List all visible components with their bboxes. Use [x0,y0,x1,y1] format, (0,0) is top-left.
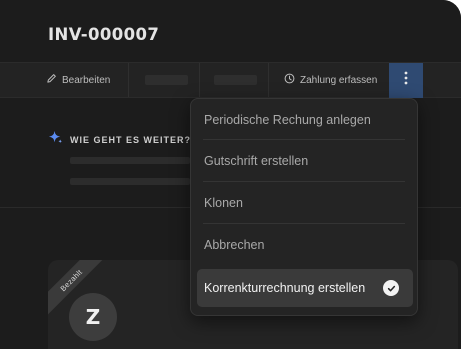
toolbar-divider [199,63,200,97]
company-logo-avatar: Z [69,293,117,341]
action-toolbar: Bearbeiten Zahlung erfassen [0,62,461,98]
invoice-window: INV-000007 Bearbeiten Zahlung erfassen W… [0,0,461,349]
pencil-icon [46,71,57,89]
menu-item-correction-invoice[interactable]: Korrenkturrechnung erstellen [197,269,413,307]
toolbar-divider [268,63,269,97]
invoice-header: INV-000007 [0,0,461,62]
toolbar-placeholder-button[interactable] [214,75,257,85]
menu-item-credit-note[interactable]: Gutschrift erstellen [203,142,405,180]
menu-divider [203,139,405,140]
menu-item-correction-invoice-label: Korrenkturrechnung erstellen [204,281,366,295]
toolbar-divider [128,63,129,97]
checkmark-icon [383,280,399,296]
status-ribbon-label: Bezahlt [58,267,84,293]
menu-item-recurring-invoice[interactable]: Periodische Rechung anlegen [203,101,405,139]
more-actions-button[interactable] [389,63,423,98]
next-steps-placeholder-line [70,157,190,164]
next-steps-label: WIE GEHT ES WEITER? [70,135,192,145]
sparkle-icon [48,130,63,150]
menu-item-cancel[interactable]: Abbrechen [203,226,405,264]
more-actions-dropdown: Periodische Rechung anlegen Gutschrift e… [190,98,418,316]
record-payment-button[interactable]: Zahlung erfassen [284,63,377,97]
menu-divider [203,181,405,182]
next-steps-heading: WIE GEHT ES WEITER? [48,130,191,150]
edit-button-label: Bearbeiten [62,74,111,86]
menu-item-clone[interactable]: Klonen [203,184,405,222]
record-payment-label: Zahlung erfassen [300,74,378,86]
menu-divider [203,223,405,224]
edit-button[interactable]: Bearbeiten [46,63,110,97]
next-steps-placeholder-line [70,178,190,185]
clock-payment-icon [284,71,295,89]
more-vertical-icon [404,71,408,90]
invoice-title: INV-000007 [48,25,160,44]
toolbar-placeholder-button[interactable] [145,75,188,85]
